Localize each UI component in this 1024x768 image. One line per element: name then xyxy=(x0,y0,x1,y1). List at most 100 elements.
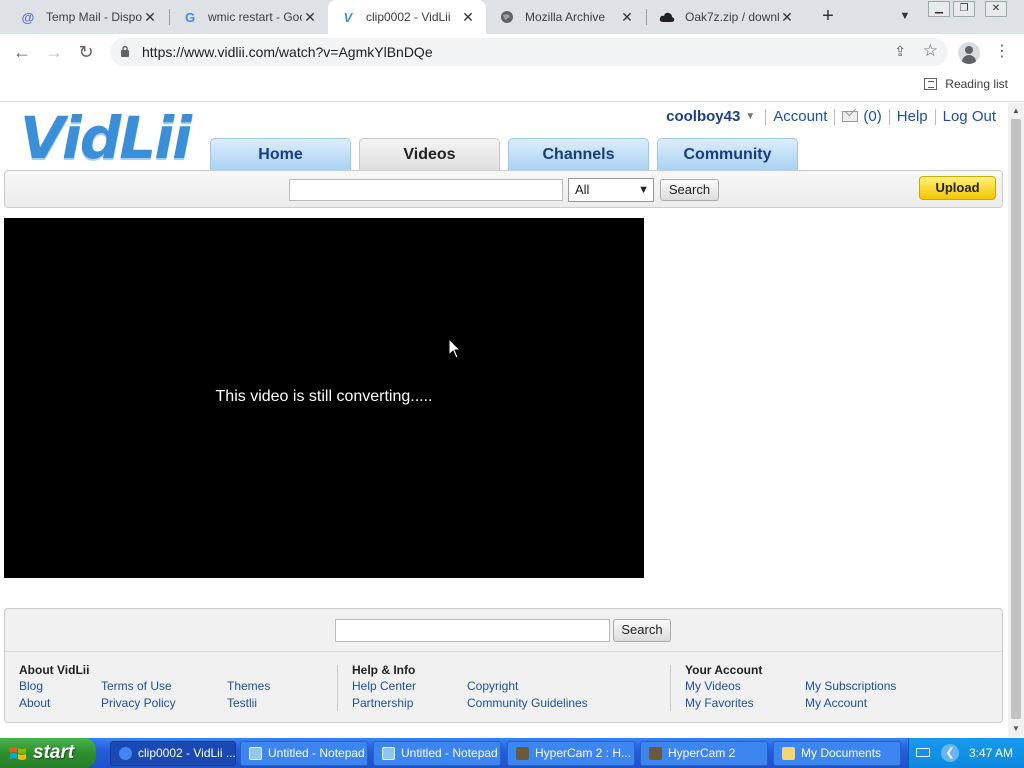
close-icon[interactable]: ✕ xyxy=(619,9,635,26)
nav-tab-videos[interactable]: Videos xyxy=(359,138,500,170)
windows-taskbar: start clip0002 - VidLii ... Untitled - N… xyxy=(0,738,1024,768)
forward-arrow-icon[interactable]: → xyxy=(42,40,66,64)
new-tab-button[interactable]: + xyxy=(816,4,840,28)
vidlii-logo[interactable]: VidLii xyxy=(20,107,192,169)
reload-icon[interactable]: ↻ xyxy=(74,40,98,64)
folder-icon xyxy=(782,747,795,760)
site-search-button[interactable]: Search xyxy=(660,179,719,201)
page-scrollbar[interactable]: ▲ ▼ xyxy=(1008,103,1024,737)
footer-link-about[interactable]: About xyxy=(19,696,50,710)
tab-search-chevron-icon[interactable]: ▼ xyxy=(896,6,914,26)
account-link[interactable]: Account xyxy=(773,108,827,125)
footer-column-divider xyxy=(670,665,671,711)
close-icon[interactable]: ✕ xyxy=(460,9,476,26)
logout-link[interactable]: Log Out xyxy=(943,108,996,125)
search-category-select[interactable]: All ▼ xyxy=(568,178,654,202)
taskbar-item-hypercam[interactable]: HyperCam 2 xyxy=(640,741,768,766)
user-dropdown-caret-icon[interactable]: ▼ xyxy=(745,111,755,122)
bookmark-star-icon[interactable]: ☆ xyxy=(923,41,938,61)
start-button[interactable]: start xyxy=(0,738,96,768)
footer-link-my-videos[interactable]: My Videos xyxy=(685,679,741,693)
taskbar-item-hypercam-help[interactable]: HyperCam 2 : H... xyxy=(507,741,635,766)
username-link[interactable]: coolboy43 xyxy=(666,108,740,125)
notepad-icon xyxy=(249,747,262,760)
footer-link-my-subscriptions[interactable]: My Subscriptions xyxy=(805,679,896,693)
help-link[interactable]: Help xyxy=(897,108,928,125)
site-search-input[interactable] xyxy=(289,179,563,201)
mouse-cursor-icon xyxy=(448,338,462,359)
windows-flag-icon xyxy=(10,747,26,760)
profile-avatar-icon[interactable] xyxy=(958,42,980,64)
nav-tab-home[interactable]: Home xyxy=(210,138,351,170)
share-icon[interactable]: ⇪ xyxy=(894,43,906,60)
nav-tab-community[interactable]: Community xyxy=(657,138,798,170)
footer-link-copyright[interactable]: Copyright xyxy=(467,679,518,693)
footer-link-my-account[interactable]: My Account xyxy=(805,696,867,710)
restore-window-icon[interactable]: ❐ xyxy=(953,1,975,17)
taskbar-item-chrome[interactable]: clip0002 - VidLii ... xyxy=(110,741,236,766)
taskbar-item-label: HyperCam 2 : H... xyxy=(535,746,632,760)
url-text[interactable]: https://www.vidlii.com/watch?v=AgmkYlBnD… xyxy=(142,44,433,60)
tab-zip-download[interactable]: Oak7z.zip / download ✕ xyxy=(647,0,805,34)
close-icon[interactable]: ✕ xyxy=(302,9,318,26)
nav-tab-channels[interactable]: Channels xyxy=(508,138,649,170)
globe-icon xyxy=(499,9,515,25)
divider xyxy=(765,108,767,125)
footer-link-help-center[interactable]: Help Center xyxy=(352,679,416,693)
upload-button[interactable]: Upload xyxy=(919,176,996,200)
browser-tab-strip: @ Temp Mail - Disposable ✕ G wmic restar… xyxy=(0,0,1024,34)
footer-divider xyxy=(5,651,1002,652)
footer-link-themes[interactable]: Themes xyxy=(227,679,270,693)
tab-google-search[interactable]: G wmic restart - Google ✕ xyxy=(170,0,328,34)
site-search-bar: All ▼ Search Upload xyxy=(4,170,1003,208)
video-player[interactable]: This video is still converting..... xyxy=(4,218,644,578)
footer-link-blog[interactable]: Blog xyxy=(19,679,43,693)
footer-search-input[interactable] xyxy=(335,619,610,642)
hypercam-icon xyxy=(516,747,529,760)
address-bar[interactable]: https://www.vidlii.com/watch?v=AgmkYlBnD… xyxy=(110,38,948,66)
tab-title: clip0002 - VidLii xyxy=(366,10,451,24)
show-hidden-icons-chevron-icon[interactable]: ❮ xyxy=(941,744,959,762)
tab-title: Mozilla Archive xyxy=(525,10,606,24)
divider xyxy=(888,108,890,125)
chevron-down-icon: ▼ xyxy=(638,184,649,196)
user-bar: coolboy43 ▼ Account (0) Help Log Out xyxy=(666,108,996,125)
footer-link-my-favorites[interactable]: My Favorites xyxy=(685,696,754,710)
taskbar-clock[interactable]: 3:47 AM xyxy=(969,738,1013,768)
inbox-count-link[interactable]: (0) xyxy=(863,108,881,125)
search-category-value: All xyxy=(575,182,590,197)
taskbar-item-label: My Documents xyxy=(801,746,882,760)
vidlii-icon: V xyxy=(343,9,353,25)
google-icon: G xyxy=(184,9,196,25)
close-window-icon[interactable]: ✕ xyxy=(985,1,1007,17)
scroll-down-icon[interactable]: ▼ xyxy=(1008,721,1024,737)
tab-vidlii[interactable]: V clip0002 - VidLii ✕ xyxy=(328,0,486,34)
footer-link-terms[interactable]: Terms of Use xyxy=(101,679,172,693)
close-icon[interactable]: ✕ xyxy=(142,9,158,26)
footer-link-community-guidelines[interactable]: Community Guidelines xyxy=(467,696,588,710)
taskbar-item-label: HyperCam 2 xyxy=(668,746,736,760)
footer-search-button[interactable]: Search xyxy=(613,619,671,642)
keyboard-icon[interactable] xyxy=(916,748,930,757)
footer-link-testlii[interactable]: Testlii xyxy=(227,696,257,710)
footer-link-privacy[interactable]: Privacy Policy xyxy=(101,696,176,710)
scroll-up-icon[interactable]: ▲ xyxy=(1008,103,1024,119)
footer-heading-help: Help & Info xyxy=(352,663,416,677)
taskbar-item-notepad-1[interactable]: Untitled - Notepad xyxy=(240,741,368,766)
reading-list-button[interactable]: Reading list xyxy=(924,77,1008,91)
scrollbar-thumb[interactable] xyxy=(1011,119,1021,719)
taskbar-item-label: Untitled - Notepad xyxy=(268,746,365,760)
chrome-icon xyxy=(119,747,132,760)
footer-link-partnership[interactable]: Partnership xyxy=(352,696,413,710)
back-arrow-icon[interactable]: ← xyxy=(10,40,34,64)
minimize-window-icon[interactable]: ▁ xyxy=(928,1,950,17)
close-icon[interactable]: ✕ xyxy=(779,9,795,26)
at-icon: @ xyxy=(21,9,35,25)
taskbar-item-notepad-2[interactable]: Untitled - Notepad xyxy=(373,741,501,766)
tab-mozilla-archive[interactable]: Mozilla Archive ✕ xyxy=(487,0,645,34)
inbox-envelope-icon[interactable] xyxy=(842,111,859,122)
tab-temp-mail[interactable]: @ Temp Mail - Disposable ✕ xyxy=(8,0,168,34)
video-converting-message: This video is still converting..... xyxy=(215,388,433,405)
browser-menu-icon[interactable]: ⋮ xyxy=(994,42,1010,62)
taskbar-item-my-documents[interactable]: My Documents xyxy=(773,741,901,766)
